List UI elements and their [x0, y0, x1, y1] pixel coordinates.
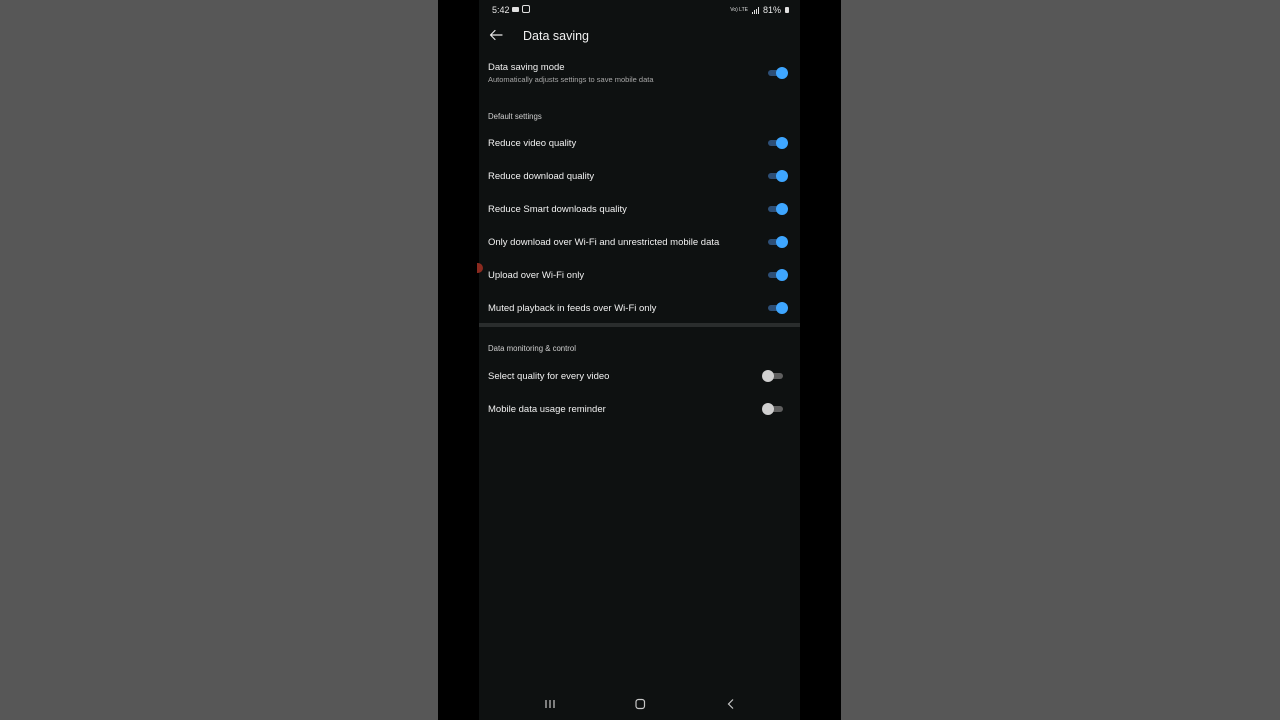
home-button[interactable]: [629, 696, 651, 712]
phone-screen: 5:42 Vo) LTE 81% Data saving Data saving…: [477, 0, 800, 720]
select-quality-every-video-toggle[interactable]: [762, 370, 785, 382]
blurred-background-right: [841, 0, 1280, 720]
upload-wifi-only-toggle[interactable]: [768, 269, 788, 281]
setting-row[interactable]: Only download over Wi-Fi and unrestricte…: [479, 232, 800, 254]
data-saving-mode-toggle[interactable]: [768, 67, 788, 79]
status-bar: 5:42 Vo) LTE 81%: [479, 0, 800, 22]
arrow-left-icon: [489, 29, 503, 41]
recent-apps-button[interactable]: [539, 696, 561, 712]
reduce-download-quality-toggle[interactable]: [768, 170, 788, 182]
toggle-knob: [762, 370, 774, 382]
section-header-default-settings: Default settings: [488, 112, 542, 121]
battery-percent: 81%: [762, 5, 781, 15]
muted-playback-wifi-only-label: Muted playback in feeds over Wi-Fi only: [488, 303, 657, 314]
muted-playback-wifi-only-toggle[interactable]: [768, 302, 788, 314]
battery-icon: [785, 7, 789, 13]
setting-row[interactable]: Muted playback in feeds over Wi-Fi only: [479, 298, 800, 320]
setting-row[interactable]: Reduce Smart downloads quality: [479, 199, 800, 221]
toggle-knob: [776, 203, 788, 215]
select-quality-every-video-label: Select quality for every video: [488, 371, 610, 382]
toggle-knob: [762, 403, 774, 415]
status-time: 5:42: [492, 5, 510, 15]
toggle-knob: [776, 302, 788, 314]
home-icon: [635, 698, 646, 710]
setting-row[interactable]: Reduce download quality: [479, 166, 800, 188]
nav-back-button[interactable]: [720, 696, 742, 712]
reduce-download-quality-label: Reduce download quality: [488, 171, 595, 182]
toggle-knob: [776, 269, 788, 281]
data-saving-mode-label: Data saving mode: [488, 62, 565, 73]
setting-row[interactable]: Upload over Wi-Fi only: [479, 265, 800, 287]
setting-row[interactable]: Reduce video quality: [479, 133, 800, 155]
section-divider: [479, 323, 800, 327]
reduce-video-quality-toggle[interactable]: [768, 137, 788, 149]
toggle-knob: [776, 170, 788, 182]
toggle-knob: [776, 67, 788, 79]
system-navigation-bar: [479, 690, 800, 720]
instagram-icon: [522, 5, 530, 13]
data-saving-mode-description: Automatically adjusts settings to save m…: [488, 75, 654, 84]
setting-row[interactable]: Mobile data usage reminder: [479, 399, 800, 421]
section-header-data-monitoring: Data monitoring & control: [488, 344, 576, 353]
wifi-download-only-toggle[interactable]: [768, 236, 788, 248]
recent-apps-icon: [545, 700, 555, 708]
mobile-data-usage-reminder-label: Mobile data usage reminder: [488, 404, 606, 415]
back-icon: [727, 699, 734, 709]
data-saving-mode-row[interactable]: Data saving mode Automatically adjusts s…: [479, 58, 800, 92]
status-right: Vo) LTE 81%: [730, 5, 789, 15]
setting-row[interactable]: Select quality for every video: [479, 366, 800, 388]
upload-wifi-only-label: Upload over Wi-Fi only: [488, 270, 585, 281]
toggle-knob: [776, 137, 788, 149]
wifi-download-only-label: Only download over Wi-Fi and unrestricte…: [488, 237, 720, 248]
reduce-smart-downloads-quality-toggle[interactable]: [768, 203, 788, 215]
app-bar: Data saving: [479, 22, 800, 50]
signal-icon: [751, 6, 759, 14]
video-camera-icon: [512, 6, 519, 12]
blurred-background-left: [0, 0, 438, 720]
mobile-data-usage-reminder-toggle[interactable]: [762, 403, 785, 415]
reduce-video-quality-label: Reduce video quality: [488, 138, 577, 149]
back-button[interactable]: [485, 24, 507, 46]
reduce-smart-downloads-quality-label: Reduce Smart downloads quality: [488, 204, 627, 215]
toggle-knob: [776, 236, 788, 248]
page-title: Data saving: [523, 29, 590, 43]
notification-icons: [512, 5, 530, 13]
volte-icon: Vo) LTE: [730, 6, 748, 13]
